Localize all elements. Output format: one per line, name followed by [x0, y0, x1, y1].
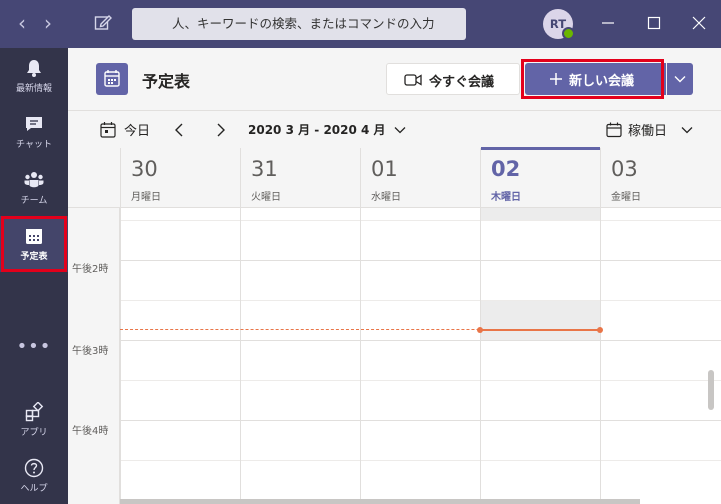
chevron-down-icon: [674, 76, 686, 83]
rail-item-apps[interactable]: アプリ: [0, 392, 68, 448]
current-time-dot: [477, 327, 483, 333]
search-input[interactable]: 人、キーワードの検索、またはコマンドの入力: [132, 8, 466, 40]
calendar-today-icon: [100, 122, 116, 138]
day-number: 03: [611, 157, 638, 181]
rail-item-chat[interactable]: チャット: [0, 104, 68, 160]
today-indicator: [481, 147, 600, 150]
help-icon: [24, 458, 44, 478]
rail-item-label: ヘルプ: [20, 484, 48, 494]
forward-icon[interactable]: ›: [38, 12, 58, 34]
date-range-picker[interactable]: 2020 3 月 - 2020 4 月: [248, 121, 386, 138]
horizontal-scrollbar[interactable]: [120, 499, 640, 504]
back-icon[interactable]: ‹: [12, 12, 32, 34]
teams-icon: [24, 172, 44, 188]
close-icon[interactable]: [688, 12, 710, 34]
highlight-outline-new-meeting: [521, 59, 664, 99]
calendar-toolbar: 今日 2020 3 月 - 2020 4 月 稼働日: [68, 110, 721, 148]
rail-item-label: チーム: [20, 196, 48, 206]
chevron-down-icon[interactable]: [681, 126, 693, 134]
apps-icon: [25, 402, 44, 422]
time-label: 午後3時: [72, 346, 109, 357]
day-header-mon[interactable]: 30 月曜日: [120, 148, 240, 208]
meet-now-button[interactable]: 今すぐ会議: [386, 63, 520, 95]
page-title: 予定表: [142, 72, 191, 91]
chevron-down-icon[interactable]: [394, 126, 406, 134]
maximize-icon[interactable]: [643, 12, 665, 34]
day-header-wed[interactable]: 01 水曜日: [360, 148, 480, 208]
compose-icon[interactable]: [94, 13, 112, 33]
day-header-tue[interactable]: 31 火曜日: [240, 148, 360, 208]
calendar-header: 予定表 今すぐ会議 新しい会議: [68, 48, 721, 110]
day-column[interactable]: [600, 208, 721, 504]
day-column[interactable]: [240, 208, 360, 504]
day-column[interactable]: [120, 208, 240, 504]
time-gutter: 午後2時 午後3時 午後4時: [68, 208, 120, 504]
next-week-icon[interactable]: [216, 123, 226, 137]
calendar-app-icon: [96, 63, 128, 95]
rail-item-activity[interactable]: 最新情報: [0, 48, 68, 104]
rail-item-label: 最新情報: [15, 84, 52, 94]
calendar-view-icon: [606, 122, 622, 138]
current-time-line-today: [480, 329, 600, 331]
today-button[interactable]: 今日: [124, 120, 150, 139]
more-apps-icon[interactable]: •••: [0, 336, 68, 357]
rail-item-label: アプリ: [20, 428, 48, 438]
view-selector[interactable]: 稼働日: [628, 120, 667, 139]
day-header-thu-today[interactable]: 02 木曜日: [480, 147, 600, 208]
time-label: 午後2時: [72, 264, 109, 275]
app-rail: 最新情報 チャット チーム 予定表 ••• アプリ ヘルプ: [0, 48, 68, 504]
day-name: 金曜日: [611, 192, 641, 203]
minimize-icon[interactable]: [597, 12, 619, 34]
video-camera-icon: [404, 74, 422, 86]
previous-week-icon[interactable]: [174, 123, 184, 137]
day-name: 水曜日: [371, 192, 401, 203]
day-number: 02: [491, 157, 521, 181]
time-gutter-header: [68, 148, 120, 208]
day-name: 月曜日: [131, 192, 161, 203]
chat-icon: [26, 117, 42, 131]
calendar-grid: 30 月曜日 31 火曜日 01 水曜日 02 木曜日 03 金曜日 午後2時 …: [68, 147, 721, 504]
time-label: 午後4時: [72, 426, 109, 437]
vertical-scrollbar[interactable]: [708, 370, 714, 410]
rail-item-help[interactable]: ヘルプ: [0, 448, 68, 504]
presence-available-icon: [562, 27, 575, 40]
new-meeting-dropdown[interactable]: [667, 63, 693, 95]
day-name: 木曜日: [491, 192, 521, 203]
rail-item-label: チャット: [16, 140, 52, 150]
highlight-outline-calendar: [1, 216, 67, 272]
day-name: 火曜日: [251, 192, 281, 203]
day-number: 31: [251, 157, 278, 181]
rail-item-teams[interactable]: チーム: [0, 160, 68, 216]
current-time-dot: [597, 327, 603, 333]
day-column[interactable]: [480, 208, 600, 504]
meet-now-label: 今すぐ会議: [429, 75, 495, 90]
day-column[interactable]: [360, 208, 480, 504]
day-header-fri[interactable]: 03 金曜日: [600, 148, 721, 208]
day-number: 30: [131, 157, 158, 181]
title-bar: ‹ › 人、キーワードの検索、またはコマンドの入力 RT: [0, 0, 721, 48]
day-number: 01: [371, 157, 398, 181]
bell-icon: [27, 60, 41, 77]
